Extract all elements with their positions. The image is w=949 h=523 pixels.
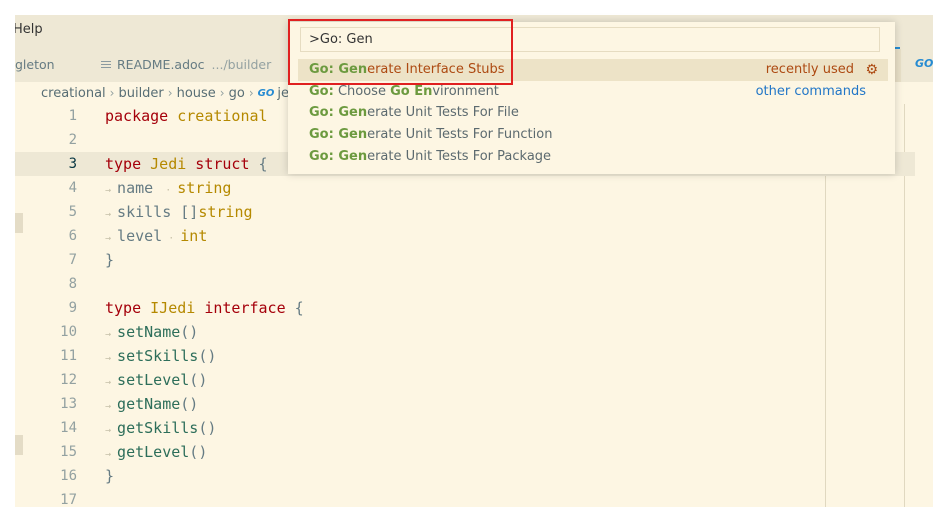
field-type: string bbox=[198, 203, 253, 221]
type-name: Jedi bbox=[141, 155, 187, 173]
line-number: 12 bbox=[60, 372, 77, 388]
line-number: 13 bbox=[60, 396, 77, 412]
line-number: 10 bbox=[60, 324, 77, 340]
code-line[interactable]: 9 type IJedi interface { bbox=[15, 296, 915, 320]
field-type: int bbox=[180, 227, 208, 245]
method-name: setSkills bbox=[117, 347, 199, 365]
tab-label: gleton bbox=[15, 57, 55, 72]
chevron-right-icon: › bbox=[219, 86, 225, 100]
code-line[interactable]: 16 } bbox=[15, 464, 915, 488]
item-label: erate Unit Tests For Package bbox=[367, 149, 552, 164]
line-number: 14 bbox=[60, 420, 77, 436]
line-number: 4 bbox=[68, 180, 77, 196]
breadcrumb-item[interactable]: creational bbox=[41, 86, 106, 101]
code-line[interactable]: 17 bbox=[15, 488, 915, 507]
line-number: 2 bbox=[68, 132, 77, 148]
line-number: 16 bbox=[60, 468, 77, 484]
active-tab-indicator bbox=[895, 47, 900, 49]
method-name: getLevel bbox=[117, 443, 190, 461]
brace: } bbox=[105, 251, 115, 269]
parens: () bbox=[189, 371, 208, 389]
match-highlight: Go: bbox=[309, 84, 334, 99]
code-line[interactable]: 6 → level · int bbox=[15, 224, 915, 248]
line-number: 6 bbox=[68, 228, 77, 244]
match-highlight: Go En bbox=[390, 84, 433, 99]
line-number: 15 bbox=[60, 444, 77, 460]
brace: { bbox=[285, 299, 304, 317]
keyword: interface bbox=[195, 299, 286, 317]
field-name: name bbox=[117, 179, 154, 197]
readme-file-icon bbox=[101, 59, 111, 70]
method-name: setLevel bbox=[117, 371, 190, 389]
match-highlight: Go: Gen bbox=[309, 127, 368, 142]
code-line[interactable]: 13 → getName() bbox=[15, 392, 915, 416]
parens: () bbox=[198, 347, 217, 365]
chevron-right-icon: › bbox=[109, 86, 115, 100]
line-number: 17 bbox=[60, 492, 77, 507]
item-label: vironment bbox=[432, 84, 499, 99]
brace: } bbox=[105, 467, 115, 485]
brace: { bbox=[249, 155, 268, 173]
item-label: erate Unit Tests For Function bbox=[367, 127, 553, 142]
match-highlight: Go: Gen bbox=[309, 105, 368, 120]
line-number: 3 bbox=[68, 156, 77, 172]
match-highlight: Go: Gen bbox=[309, 149, 368, 164]
code-line[interactable]: 8 bbox=[15, 272, 915, 296]
annotation-highlight-box bbox=[288, 19, 513, 85]
code-line[interactable]: 11 → setSkills() bbox=[15, 344, 915, 368]
item-label: Choose bbox=[333, 84, 391, 99]
field-type: string bbox=[177, 179, 232, 197]
chevron-right-icon: › bbox=[248, 86, 254, 100]
code-line[interactable]: 5 → skills []string bbox=[15, 200, 915, 224]
method-name: setName bbox=[117, 323, 181, 341]
keyword: struct bbox=[186, 155, 250, 173]
breadcrumb-item[interactable]: house bbox=[177, 86, 216, 101]
keyword: type bbox=[105, 155, 142, 173]
type-name: IJedi bbox=[141, 299, 196, 317]
line-number: 11 bbox=[60, 348, 77, 364]
code-line[interactable]: 7 } bbox=[15, 248, 915, 272]
line-number: 8 bbox=[68, 276, 77, 292]
parens: () bbox=[189, 443, 208, 461]
slice-bracket: [] bbox=[171, 203, 199, 221]
package-name: creational bbox=[168, 107, 268, 125]
tab-path: .../builder bbox=[211, 57, 272, 72]
line-number: 7 bbox=[68, 252, 77, 268]
recently-used-label: recently used bbox=[765, 62, 854, 77]
breadcrumb: creational › builder › house › go › GO j… bbox=[41, 84, 289, 102]
keyword: package bbox=[105, 107, 169, 125]
code-line[interactable]: 15 → getLevel() bbox=[15, 440, 915, 464]
field-name: skills bbox=[117, 203, 172, 221]
line-number: 1 bbox=[68, 108, 77, 124]
field-name: level bbox=[117, 227, 163, 245]
palette-item-generate-tests-package[interactable]: Go: Generate Unit Tests For Package bbox=[298, 146, 888, 168]
code-line[interactable]: 10 → setName() bbox=[15, 320, 915, 344]
keyword: type bbox=[105, 299, 142, 317]
method-name: getSkills bbox=[117, 419, 199, 437]
palette-item-generate-tests-function[interactable]: Go: Generate Unit Tests For Function bbox=[298, 124, 888, 146]
gear-icon[interactable]: ⚙ bbox=[865, 59, 878, 81]
go-file-icon[interactable]: GO bbox=[915, 57, 933, 70]
method-name: getName bbox=[117, 395, 181, 413]
tab-singleton[interactable]: gleton bbox=[15, 47, 55, 82]
code-line[interactable]: 14 → getSkills() bbox=[15, 416, 915, 440]
breadcrumb-item[interactable]: builder bbox=[118, 86, 163, 101]
code-line[interactable]: 4 → name · string bbox=[15, 176, 915, 200]
go-file-icon: GO bbox=[257, 87, 275, 99]
palette-item-generate-tests-file[interactable]: Go: Generate Unit Tests For File bbox=[298, 102, 888, 124]
tab-readme[interactable]: README.adoc .../builder bbox=[101, 47, 271, 82]
item-label: erate Unit Tests For File bbox=[367, 105, 519, 120]
tab-label: README.adoc bbox=[117, 57, 205, 72]
line-number: 5 bbox=[68, 204, 77, 220]
menu-help[interactable]: Help bbox=[15, 22, 43, 37]
parens: () bbox=[180, 323, 199, 341]
parens: () bbox=[180, 395, 199, 413]
other-commands-link[interactable]: other commands bbox=[756, 81, 866, 103]
parens: () bbox=[198, 419, 217, 437]
chevron-right-icon: › bbox=[167, 86, 173, 100]
breadcrumb-item[interactable]: go bbox=[229, 86, 245, 101]
code-line[interactable]: 12 → setLevel() bbox=[15, 368, 915, 392]
line-number: 9 bbox=[68, 300, 77, 316]
